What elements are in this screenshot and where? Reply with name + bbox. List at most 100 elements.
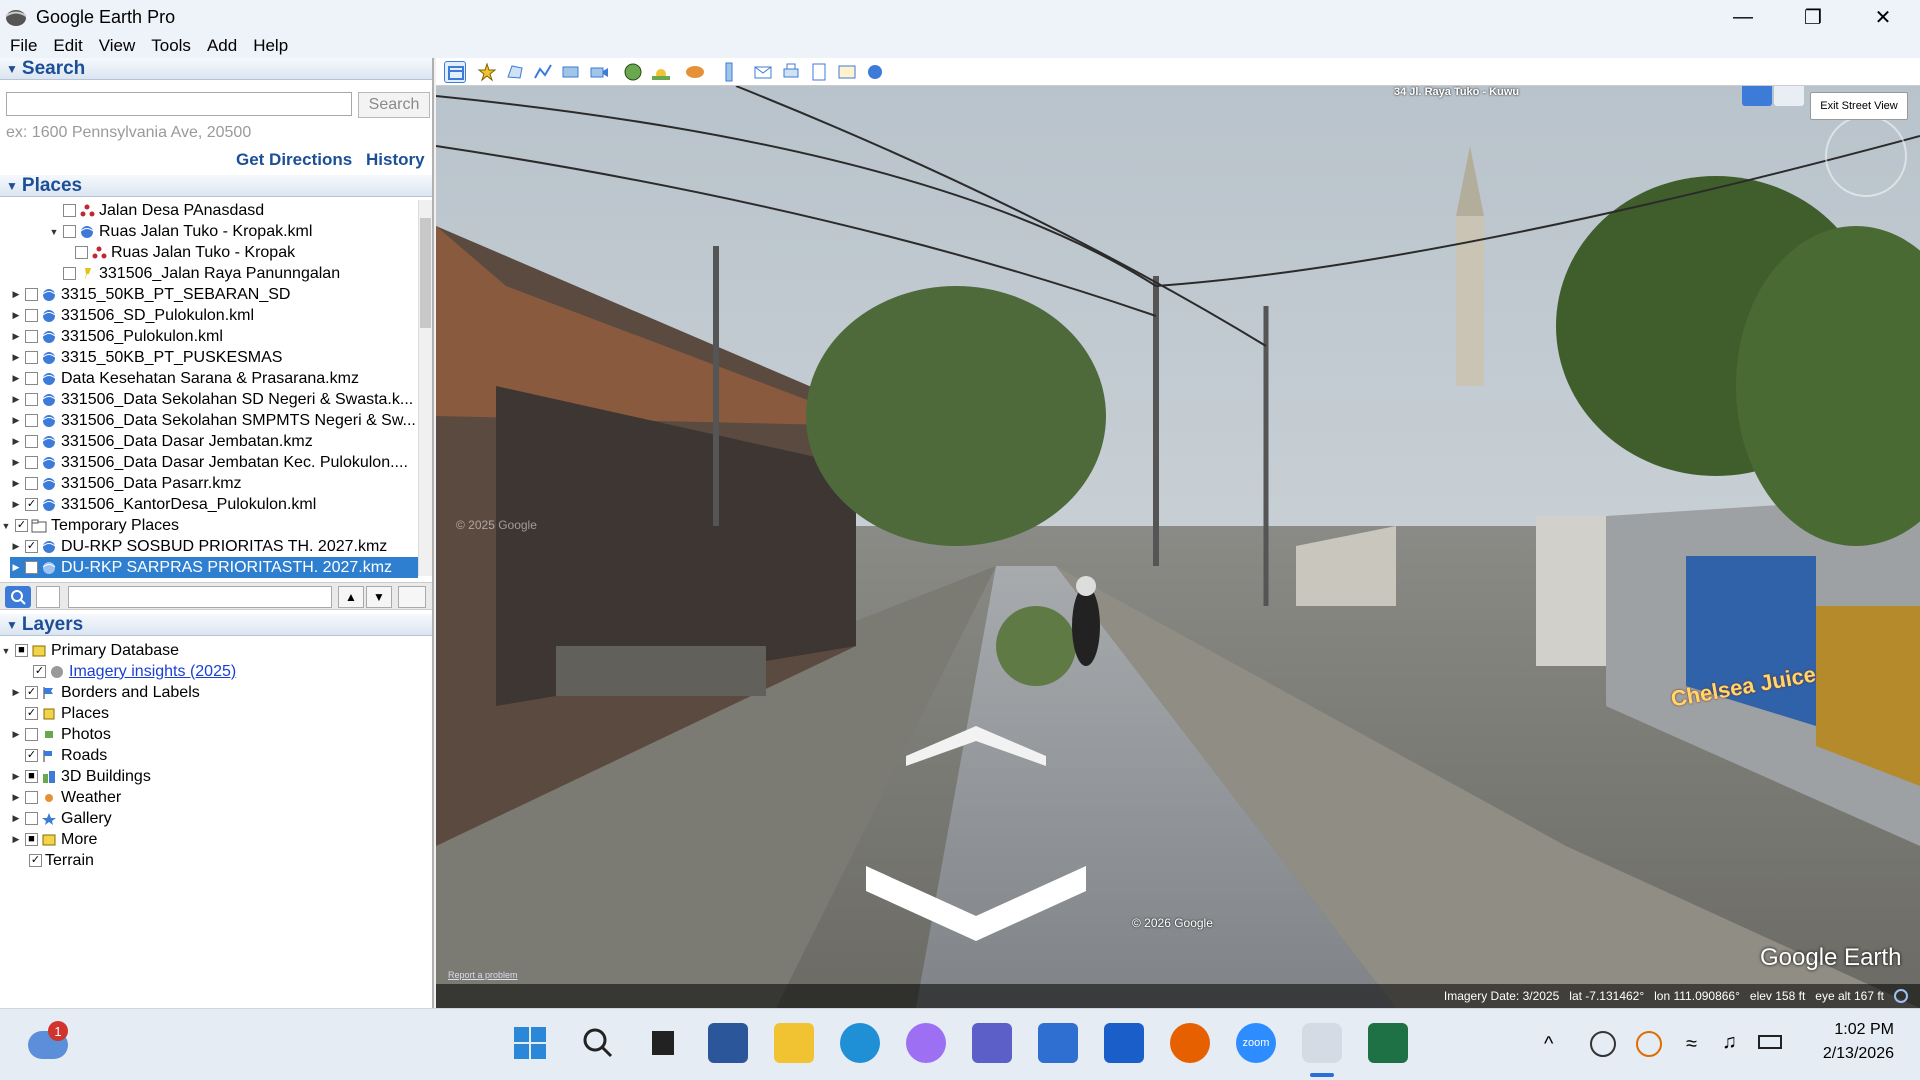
- checkbox[interactable]: [25, 414, 38, 427]
- network-globe-icon[interactable]: [1590, 1031, 1616, 1057]
- add-overlay-button[interactable]: [560, 61, 582, 83]
- list-item[interactable]: ▶ 331506_Data Sekolahan SD Negeri & Swast…: [10, 389, 414, 410]
- checkbox[interactable]: [25, 372, 38, 385]
- menu-tools[interactable]: Tools: [151, 36, 191, 56]
- menu-file[interactable]: File: [10, 36, 37, 56]
- expand-arrow-icon[interactable]: ▶: [10, 813, 22, 824]
- sidebar-toggle-button[interactable]: [444, 61, 466, 83]
- add-placemark-button[interactable]: [476, 61, 498, 83]
- list-item[interactable]: ▶ 331506_Data Dasar Jembatan Kec. Pulokul…: [10, 452, 408, 473]
- checkbox[interactable]: ✓: [29, 854, 42, 867]
- menu-add[interactable]: Add: [207, 36, 237, 56]
- edge-browser-icon[interactable]: [840, 1023, 880, 1063]
- expand-arrow-icon[interactable]: ▼: [48, 227, 60, 237]
- imagery-insights-link[interactable]: Imagery insights (2025): [69, 663, 236, 681]
- list-item[interactable]: ▶ ✓ 331506_KantorDesa_Pulokulon.kml: [10, 494, 317, 515]
- checkbox[interactable]: [25, 477, 38, 490]
- print-button[interactable]: [780, 61, 802, 83]
- excel-app-icon[interactable]: [1368, 1023, 1408, 1063]
- open-folder-button[interactable]: [398, 586, 426, 608]
- list-item[interactable]: ▶ 3315_50KB_PT_SEBARAN_SD: [10, 284, 291, 305]
- file-explorer-icon[interactable]: [774, 1023, 814, 1063]
- checkbox[interactable]: [63, 225, 76, 238]
- street-view-panel[interactable]: 34 Jl. Raya Tuko - Kuwu Exit Street View…: [436, 86, 1920, 1008]
- list-item[interactable]: ▼ ✓ Temporary Places: [0, 515, 180, 536]
- checkbox[interactable]: [25, 393, 38, 406]
- list-item[interactable]: ✓ Places: [22, 703, 109, 724]
- zoom-app-icon[interactable]: zoom: [1236, 1023, 1276, 1063]
- checkbox[interactable]: [25, 351, 38, 364]
- search-taskbar-button[interactable]: [578, 1023, 618, 1063]
- list-item[interactable]: ▼ ■ Primary Database: [0, 640, 180, 661]
- checkbox[interactable]: ✓: [25, 540, 38, 553]
- volume-icon[interactable]: ♫: [1722, 1031, 1737, 1054]
- start-button[interactable]: [510, 1023, 550, 1063]
- list-item[interactable]: ▶ Weather: [10, 787, 122, 808]
- checkbox[interactable]: ■: [25, 770, 38, 783]
- expand-arrow-icon[interactable]: ▶: [10, 415, 22, 426]
- list-item[interactable]: Ruas Jalan Tuko - Kropak: [72, 242, 295, 263]
- list-item[interactable]: ▶ 331506_Data Pasarr.kmz: [10, 473, 242, 494]
- save-image-button[interactable]: [808, 61, 830, 83]
- checkbox[interactable]: [25, 330, 38, 343]
- minimize-button[interactable]: —: [1708, 0, 1778, 34]
- checkbox[interactable]: [63, 204, 76, 217]
- expand-arrow-icon[interactable]: ▶: [10, 310, 22, 321]
- list-item[interactable]: ▶ 3315_50KB_PT_PUSKESMAS: [10, 347, 283, 368]
- checkbox[interactable]: [75, 246, 88, 259]
- word-app-icon[interactable]: [708, 1023, 748, 1063]
- list-item[interactable]: ▶ 331506_Data Dasar Jembatan.kmz: [10, 431, 313, 452]
- menu-help[interactable]: Help: [253, 36, 288, 56]
- checkbox[interactable]: ✓: [25, 561, 38, 574]
- places-filter-input[interactable]: [68, 586, 332, 608]
- checkbox[interactable]: ■: [15, 644, 28, 657]
- record-tour-button[interactable]: [588, 61, 610, 83]
- expand-arrow-icon[interactable]: ▶: [10, 771, 22, 782]
- historical-imagery-button[interactable]: [622, 61, 644, 83]
- view-in-maps-button[interactable]: [836, 61, 858, 83]
- expand-arrow-icon[interactable]: ▶: [10, 352, 22, 363]
- expand-arrow-icon[interactable]: ▶: [10, 373, 22, 384]
- move-up-button[interactable]: ▲: [338, 586, 364, 608]
- checkbox[interactable]: ✓: [33, 665, 46, 678]
- checkbox[interactable]: [25, 791, 38, 804]
- list-item[interactable]: ▶ ✓ Borders and Labels: [10, 682, 200, 703]
- expand-arrow-icon[interactable]: ▶: [10, 792, 22, 803]
- sync-icon[interactable]: [1636, 1031, 1662, 1057]
- expand-arrow-icon[interactable]: ▶: [10, 394, 22, 405]
- places-scrollbar[interactable]: [418, 200, 432, 576]
- list-item[interactable]: ▶ Gallery: [10, 808, 112, 829]
- expand-arrow-icon[interactable]: ▶: [10, 729, 22, 740]
- list-item-selected[interactable]: ▶ ✓ DU-RKP SARPRAS PRIORITASTH. 2027.kmz: [10, 557, 418, 578]
- checkbox[interactable]: [63, 267, 76, 280]
- checkbox[interactable]: [25, 812, 38, 825]
- search-button[interactable]: Search: [358, 92, 430, 118]
- checkbox[interactable]: [25, 309, 38, 322]
- teams-app-icon[interactable]: [972, 1023, 1012, 1063]
- list-item[interactable]: ✓ Roads: [22, 745, 107, 766]
- checkbox[interactable]: ✓: [15, 519, 28, 532]
- list-item[interactable]: ✓ Imagery insights (2025): [30, 661, 236, 682]
- checkbox[interactable]: ✓: [25, 498, 38, 511]
- google-earth-taskbar-icon[interactable]: [1302, 1023, 1342, 1063]
- add-path-button[interactable]: [532, 61, 554, 83]
- close-button[interactable]: ✕: [1848, 0, 1918, 34]
- copilot-icon[interactable]: [906, 1023, 946, 1063]
- history-link[interactable]: History: [366, 150, 425, 170]
- get-directions-link[interactable]: Get Directions: [236, 150, 352, 170]
- expand-arrow-icon[interactable]: ▶: [10, 541, 22, 552]
- scrollbar-thumb[interactable]: [420, 218, 431, 328]
- list-item[interactable]: ✓ Terrain: [26, 850, 94, 871]
- list-item[interactable]: ▶ 331506_Pulokulon.kml: [10, 326, 223, 347]
- ground-level-button[interactable]: [1774, 86, 1804, 106]
- menu-view[interactable]: View: [99, 36, 136, 56]
- ruler-button[interactable]: [718, 61, 740, 83]
- places-header[interactable]: ▼ Places: [0, 175, 432, 197]
- sunlight-button[interactable]: [650, 61, 672, 83]
- firefox-icon[interactable]: [1170, 1023, 1210, 1063]
- expand-arrow-icon[interactable]: ▶: [10, 289, 22, 300]
- list-item[interactable]: ▶ 331506_Data Sekolahan SMPMTS Negeri & S…: [10, 410, 416, 431]
- microsoft-store-icon[interactable]: [1038, 1023, 1078, 1063]
- checkbox[interactable]: [25, 456, 38, 469]
- expand-arrow-icon[interactable]: ▶: [10, 331, 22, 342]
